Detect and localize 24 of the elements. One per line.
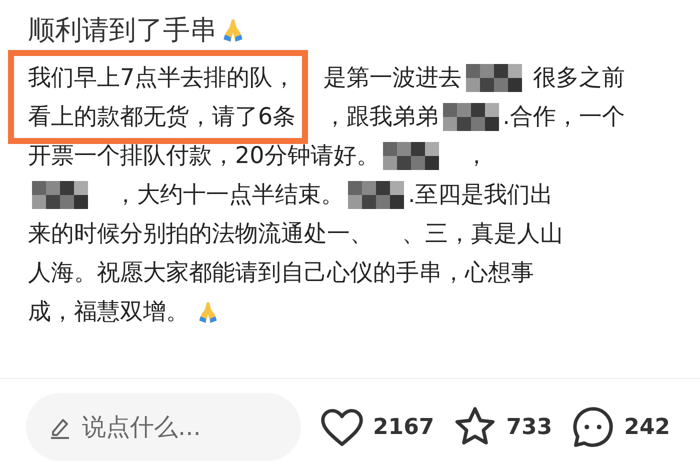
post-text: 开票一个排队付款，20分钟请好。 bbox=[28, 142, 380, 171]
post-text: 来的时候分别拍的法物流通处一、 、三，真是人山 bbox=[28, 220, 564, 249]
post-text: 看上的款都无货，请了6条 bbox=[28, 103, 296, 132]
post-text: .合作，一个 bbox=[502, 103, 625, 132]
stat-count: 733 bbox=[506, 414, 552, 440]
comment-input[interactable]: 说点什么... bbox=[80, 412, 264, 442]
comment-field[interactable]: 说点什么... bbox=[26, 393, 301, 461]
censor-mosaic bbox=[442, 102, 499, 132]
censor-mosaic bbox=[348, 180, 404, 210]
censor-mosaic bbox=[466, 62, 522, 92]
post-text: ，大约十一点半结束。 bbox=[112, 181, 344, 210]
post-title: 顺利请到了手串 bbox=[28, 14, 217, 48]
censor-mosaic bbox=[383, 140, 440, 170]
post-text: 成，福慧双增。 bbox=[28, 298, 189, 327]
stat-count: 242 bbox=[624, 414, 670, 440]
post-text: 我们早上7点半去排的队， bbox=[28, 64, 296, 93]
post-text: ， bbox=[464, 142, 488, 171]
post-text: 是第一波进去 bbox=[324, 64, 462, 93]
censor-mosaic bbox=[32, 180, 88, 210]
stat-count: 2167 bbox=[373, 414, 434, 440]
post-text: 人海。祝愿大家都能请到自己心仪的手串，心想事 bbox=[28, 259, 534, 288]
post-text: ，跟我弟弟 bbox=[324, 103, 439, 132]
post-text: .至四是我们出 bbox=[408, 181, 554, 210]
post-text: 很多之前 bbox=[532, 64, 625, 93]
